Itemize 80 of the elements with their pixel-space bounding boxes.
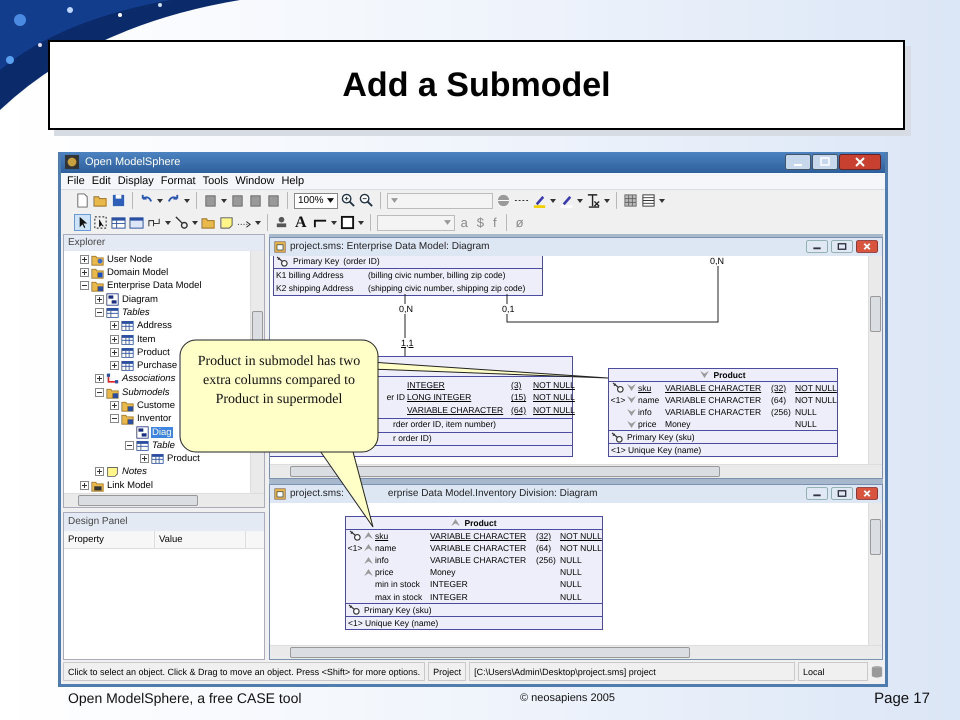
status-label: Project: [428, 662, 466, 682]
key-name: K2 shipping Address: [276, 283, 354, 294]
column-length: (3): [511, 380, 522, 390]
column-type: Money: [665, 419, 692, 430]
slide-title: Add a Submodel: [342, 66, 611, 104]
column-null: NOT NULL: [795, 394, 837, 405]
column-null: NULL: [795, 407, 818, 418]
column-name: info: [638, 407, 653, 418]
column-null: NULL: [795, 419, 818, 430]
key-name: Primary Key: [293, 256, 340, 266]
callout-text: Product in submodel has two extra columns compared to Product in supermodel: [196, 353, 362, 409]
footer-text: © neosapiens 2005: [520, 692, 615, 704]
column-length: (256): [536, 555, 556, 566]
column-length: (64): [511, 404, 528, 415]
entity-name: Product: [464, 518, 497, 528]
unique-key: <1> Unique Key (name): [611, 445, 702, 456]
column-null: NOT NULL: [795, 382, 837, 393]
column-name: sku: [638, 382, 652, 393]
column-null: NULL: [560, 555, 583, 566]
column-name: name: [375, 542, 398, 553]
key-columns: r order ID): [393, 432, 432, 443]
key-columns: (order ID): [343, 256, 380, 266]
column-name: er ID: [386, 392, 405, 402]
cardinality-label: 0,N: [709, 256, 726, 266]
column-type: VARIABLE CHARACTER: [430, 530, 528, 541]
column-type: INTEGER: [430, 592, 469, 602]
footer-text: Open ModelSphere, a free CASE tool: [68, 690, 302, 706]
key-columns: (billing civic number, billing zip code): [368, 270, 506, 280]
column-name: price: [375, 567, 394, 578]
column-length: (32): [771, 382, 786, 393]
column-name: info: [375, 555, 390, 566]
key-columns: rder order ID, item number): [393, 419, 496, 430]
window-title: Open ModelSphere: [85, 156, 180, 168]
column-length: (15): [511, 392, 528, 402]
column-null: NOT NULL: [560, 530, 602, 541]
cardinality-label: 0,1: [501, 304, 516, 314]
column-header: Value: [155, 530, 246, 548]
primary-key: Primary Key (sku): [364, 604, 432, 615]
column-name: sku: [375, 530, 390, 541]
column-type: LONG INTEGER: [407, 392, 472, 402]
column-null: NOT NULL: [560, 542, 602, 553]
column-null: NULL: [560, 579, 583, 590]
column-name: name: [638, 394, 660, 405]
column-type: INTEGER: [430, 579, 469, 590]
column-name: max in stock: [375, 592, 424, 602]
page-number: Page 17: [874, 690, 930, 706]
column-null: NULL: [560, 567, 583, 578]
unique-marker: <1>: [348, 542, 362, 553]
window-title: erprise Data Model.Inventory Division: Diagram: [388, 488, 598, 500]
project-path: [C:\Users\Admin\Desktop\project.sms] project: [469, 662, 795, 682]
unique-key: <1> Unique Key (name): [348, 618, 438, 628]
entity-name: Product: [713, 370, 746, 380]
column-type: VARIABLE CHARACTER: [430, 555, 528, 566]
column-length: (64): [536, 542, 552, 553]
column-type: INTEGER: [407, 380, 446, 390]
cardinality-label: 0,N: [398, 304, 414, 314]
column-null: NULL: [560, 592, 583, 602]
key-name: K1 billing Address: [276, 270, 345, 280]
column-header: Property: [64, 530, 155, 548]
design-panel-header: Design Panel: [64, 512, 264, 531]
column-type: VARIABLE CHARACTER: [665, 394, 762, 405]
cardinality-label: 1,1: [400, 338, 415, 348]
column-length: (256): [771, 407, 791, 418]
column-length: (32): [536, 530, 552, 541]
window-title: project.sms: Enterprise Data Model: Diagram: [290, 241, 490, 252]
key-columns: (shipping civic number, shipping zip code): [368, 283, 526, 294]
location-label: Local: [798, 662, 868, 682]
explorer-header: Explorer: [64, 234, 264, 251]
column-type: VARIABLE CHARACTER: [665, 407, 762, 418]
column-type: VARIABLE CHARACTER: [407, 404, 504, 415]
status-message: Click to select an object. Click & Drag to move an object. Press <Shift> for more options.: [63, 662, 426, 682]
column-type: VARIABLE CHARACTER: [665, 382, 762, 393]
window-title: project.sms:: [290, 488, 344, 500]
column-name: price: [638, 419, 658, 430]
column-type: VARIABLE CHARACTER: [430, 542, 528, 553]
column-name: min in stock: [375, 579, 421, 590]
unique-marker: <1>: [610, 394, 626, 405]
column-length: (64): [771, 394, 786, 405]
primary-key: Primary Key (sku): [627, 432, 695, 442]
column-type: Money: [430, 567, 457, 578]
